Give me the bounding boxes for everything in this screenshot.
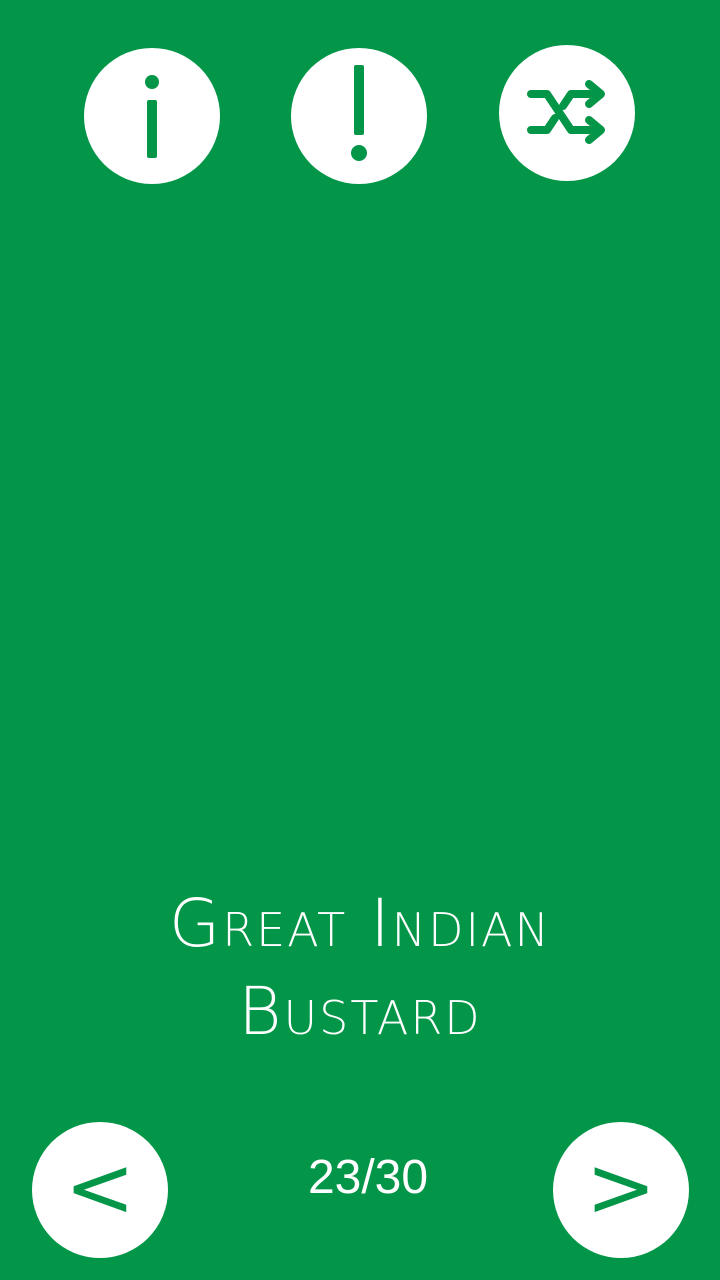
shuffle-icon <box>527 80 605 144</box>
page-counter: 23/30 <box>307 1151 429 1204</box>
previous-arrow-icon: < <box>64 1138 136 1236</box>
next-button[interactable]: > <box>553 1122 689 1258</box>
alert-button[interactable] <box>291 48 427 184</box>
info-icon <box>145 75 159 158</box>
species-title: Great Indian Bustard <box>169 885 551 1050</box>
next-arrow-icon: > <box>585 1138 657 1236</box>
exclamation-icon <box>351 65 367 161</box>
info-button[interactable] <box>84 48 220 184</box>
shuffle-button[interactable] <box>499 45 635 181</box>
previous-button[interactable]: < <box>32 1122 168 1258</box>
